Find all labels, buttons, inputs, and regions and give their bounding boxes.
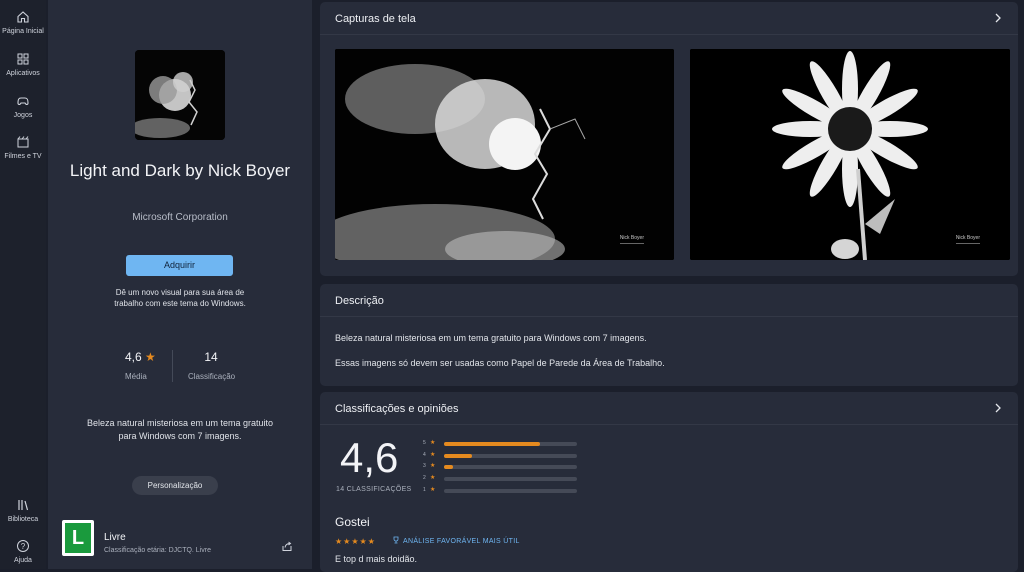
rating-bar-track <box>444 454 577 458</box>
trophy-icon <box>393 536 399 544</box>
average-rating-value: 4,6 <box>125 350 142 364</box>
screenshot-1[interactable]: Nick Boyer <box>335 49 674 260</box>
star-icon: ★ <box>430 452 436 458</box>
nav-item-label: Filmes e TV <box>4 153 42 160</box>
review-text: E top d mais doidão. <box>335 554 418 564</box>
age-rating-title: Livre <box>104 532 126 543</box>
rating-bar-track <box>444 465 577 469</box>
rating-bar-stars: 3 <box>423 463 426 469</box>
film-icon <box>17 136 29 148</box>
review-badge-label: ANÁLISE FAVORÁVEL MAIS ÚTIL <box>403 538 520 545</box>
help-icon: ? <box>17 540 29 552</box>
age-rating-description: Classificação etária: DJCTQ. Livre <box>104 547 211 554</box>
nav-item-help[interactable]: ? Ajuda <box>0 539 46 564</box>
age-rating-letter: L <box>65 523 91 553</box>
divider <box>172 350 173 382</box>
screenshot-2[interactable]: Nick Boyer <box>690 49 1010 260</box>
average-rating-large: 4,6 <box>340 434 399 481</box>
ratings-header[interactable]: Classificações e opiniões <box>320 392 1018 425</box>
home-icon <box>17 11 29 23</box>
category-tag-button[interactable]: Personalização <box>132 476 218 495</box>
description-card: Descrição Beleza natural misteriosa em u… <box>320 284 1018 386</box>
description-line: Essas imagens só devem ser usadas como P… <box>335 358 665 368</box>
nav-item-movies[interactable]: Filmes e TV <box>0 135 46 160</box>
svg-text:?: ? <box>21 542 26 551</box>
ratings-count-label: Classificação <box>188 372 236 381</box>
rating-bar-stars: 1 <box>423 487 426 493</box>
rating-bar-fill <box>444 454 472 458</box>
star-icon: ★ <box>145 350 156 364</box>
review-badge: ANÁLISE FAVORÁVEL MAIS ÚTIL <box>392 536 520 545</box>
chevron-right-icon[interactable] <box>994 403 1002 413</box>
review-stars: ★★★★★ <box>335 537 376 546</box>
rating-bar-track <box>444 489 577 493</box>
nav-item-apps[interactable]: Aplicativos <box>0 52 46 77</box>
description-header: Descrição <box>320 284 1018 317</box>
nav-item-label: Página Inicial <box>2 28 44 35</box>
rating-bar-row: 5 ★ <box>423 440 583 448</box>
ratings-count-value: 14 <box>204 350 218 364</box>
average-rating: 4,6 ★ Média <box>125 350 185 381</box>
average-rating-label: Média <box>125 372 147 381</box>
age-rating-badge: L <box>62 520 94 556</box>
screenshot-caption: Nick Boyer <box>955 235 980 244</box>
star-icon: ★ <box>430 463 436 469</box>
star-icon: ★ <box>430 475 436 481</box>
ratings-count-label: 14 CLASSIFICAÇÕES <box>336 486 412 493</box>
rating-bar-row: 3 ★ <box>423 463 583 471</box>
rating-bar-stars: 2 <box>423 475 426 481</box>
rating-bar-stars: 4 <box>423 452 426 458</box>
app-info-panel: Light and Dark by Nick Boyer Microsoft C… <box>48 0 312 569</box>
short-description: Dê um novo visual para sua área de traba… <box>114 288 246 308</box>
rating-bar-row: 2 ★ <box>423 475 583 483</box>
gamepad-icon <box>17 97 29 106</box>
review-title: Gostei <box>335 515 370 529</box>
panel-description: Beleza natural misteriosa em um tema gra… <box>86 418 274 441</box>
screenshot-caption: Nick Boyer <box>619 235 644 244</box>
share-icon[interactable] <box>281 539 293 557</box>
publisher-link[interactable]: Microsoft Corporation <box>60 212 300 223</box>
chevron-right-icon[interactable] <box>994 13 1002 23</box>
nav-item-games[interactable]: Jogos <box>0 94 46 119</box>
apps-icon <box>17 53 29 65</box>
star-icon: ★ <box>430 487 436 493</box>
rating-bar-fill <box>444 465 454 469</box>
rating-bar-stars: 5 <box>423 440 426 446</box>
nav-item-home[interactable]: Página Inicial <box>0 10 46 35</box>
library-icon <box>18 500 29 511</box>
get-button[interactable]: Adquirir <box>126 255 233 276</box>
screenshots-title: Capturas de tela <box>335 13 416 25</box>
screenshots-header[interactable]: Capturas de tela <box>320 2 1018 35</box>
nav-item-label: Ajuda <box>14 557 32 564</box>
rating-bar-row: 1 ★ <box>423 487 583 495</box>
rating-bar-row: 4 ★ <box>423 452 583 460</box>
ratings-count: 14 Classificação <box>188 350 236 381</box>
star-icon: ★ <box>430 440 436 446</box>
nav-item-label: Aplicativos <box>6 70 40 77</box>
description-title: Descrição <box>335 295 384 307</box>
nav-item-label: Biblioteca <box>7 516 39 523</box>
rating-bar-fill <box>444 442 540 446</box>
description-line: Beleza natural misteriosa em um tema gra… <box>335 333 647 343</box>
app-title: Light and Dark by Nick Boyer <box>69 161 291 180</box>
nav-item-label: Jogos <box>13 112 33 119</box>
nav-item-library[interactable]: Biblioteca <box>0 498 46 523</box>
ratings-title: Classificações e opiniões <box>335 403 459 415</box>
app-logo <box>135 50 225 140</box>
rating-bar-track <box>444 477 577 481</box>
nav-rail: Página Inicial Aplicativos Jogos Filmes … <box>0 0 46 569</box>
rating-bar-track <box>444 442 577 446</box>
